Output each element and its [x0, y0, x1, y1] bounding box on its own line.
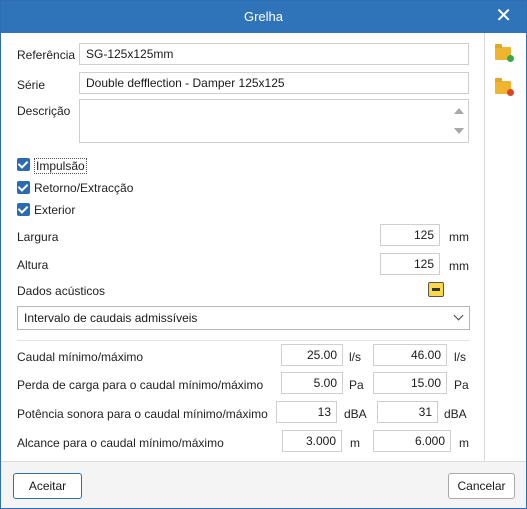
potencia-max-field[interactable]: 31	[377, 401, 438, 423]
altura-unit: mm	[449, 259, 469, 273]
scroll-up-icon[interactable]	[454, 108, 464, 114]
scroll-down-icon[interactable]	[454, 128, 464, 134]
acoustic-label: Dados acústicos	[17, 284, 106, 298]
alcance-min-unit: m	[350, 436, 360, 450]
largura-field[interactable]: 125	[380, 224, 440, 246]
potencia-label: Potência sonora para o caudal mínimo/máx…	[17, 407, 268, 421]
retorno-label: Retorno/Extracção	[34, 181, 134, 195]
potencia-max-unit: dBA	[444, 407, 467, 421]
largura-label: Largura	[17, 230, 59, 244]
exterior-checkbox[interactable]	[17, 203, 30, 216]
potencia-min-unit: dBA	[344, 407, 367, 421]
exterior-label: Exterior	[34, 203, 76, 217]
title-bar: Grelha ✕	[1, 1, 526, 33]
alcance-max-field[interactable]: 6.000	[373, 430, 451, 452]
caudal-max-unit: l/s	[454, 350, 466, 364]
separator	[17, 340, 470, 341]
perda-min-unit: Pa	[349, 378, 364, 392]
dialog-footer: Aceitar Cancelar	[1, 461, 526, 508]
perda-min-field[interactable]: 5.00	[281, 372, 343, 394]
descricao-textarea[interactable]	[79, 99, 469, 143]
folder-add-icon[interactable]	[495, 44, 514, 62]
altura-label: Altura	[17, 258, 49, 272]
dialog-content	[1, 33, 526, 461]
folder-export-icon[interactable]	[495, 78, 514, 96]
caudal-min-field[interactable]: 25.00	[281, 344, 343, 366]
impulsao-checkbox[interactable]	[17, 158, 30, 171]
descricao-label: Descrição	[17, 104, 71, 118]
window-title: Grelha	[243, 9, 284, 24]
altura-field[interactable]: 125	[380, 253, 440, 275]
close-icon[interactable]: ✕	[495, 6, 512, 26]
perda-label: Perda de carga para o caudal mínimo/máxi…	[17, 378, 264, 392]
accept-button[interactable]: Aceitar	[13, 473, 82, 499]
flow-range-select[interactable]: Intervalo de caudais admissíveis	[17, 306, 470, 330]
serie-label: Série	[17, 78, 46, 92]
perda-max-field[interactable]: 15.00	[373, 372, 447, 394]
cancel-button[interactable]: Cancelar	[448, 473, 515, 499]
flow-range-selected: Intervalo de caudais admissíveis	[24, 311, 198, 325]
largura-unit: mm	[449, 230, 469, 244]
dialog-window: Grelha ✕ Referência SG-125x125mm Série D…	[0, 0, 527, 509]
referencia-field[interactable]: SG-125x125mm	[79, 43, 469, 65]
alcance-min-field[interactable]: 3.000	[282, 430, 342, 452]
potencia-min-field[interactable]: 13	[276, 401, 337, 423]
impulsao-label: Impulsão	[34, 158, 87, 174]
caudal-label: Caudal mínimo/máximo	[17, 350, 144, 364]
alcance-max-unit: m	[459, 436, 469, 450]
caudal-max-field[interactable]: 46.00	[373, 344, 447, 366]
alcance-label: Alcance para o caudal mínimo/máximo	[17, 436, 224, 450]
serie-field[interactable]: Double defflection - Damper 125x125	[79, 72, 469, 94]
perda-max-unit: Pa	[454, 378, 469, 392]
caudal-min-unit: l/s	[349, 350, 361, 364]
sidebar-divider	[484, 33, 485, 461]
retorno-checkbox[interactable]	[17, 181, 30, 194]
acoustic-data-icon[interactable]	[428, 282, 444, 297]
chevron-down-icon	[453, 310, 464, 321]
referencia-label: Referência	[17, 48, 76, 62]
